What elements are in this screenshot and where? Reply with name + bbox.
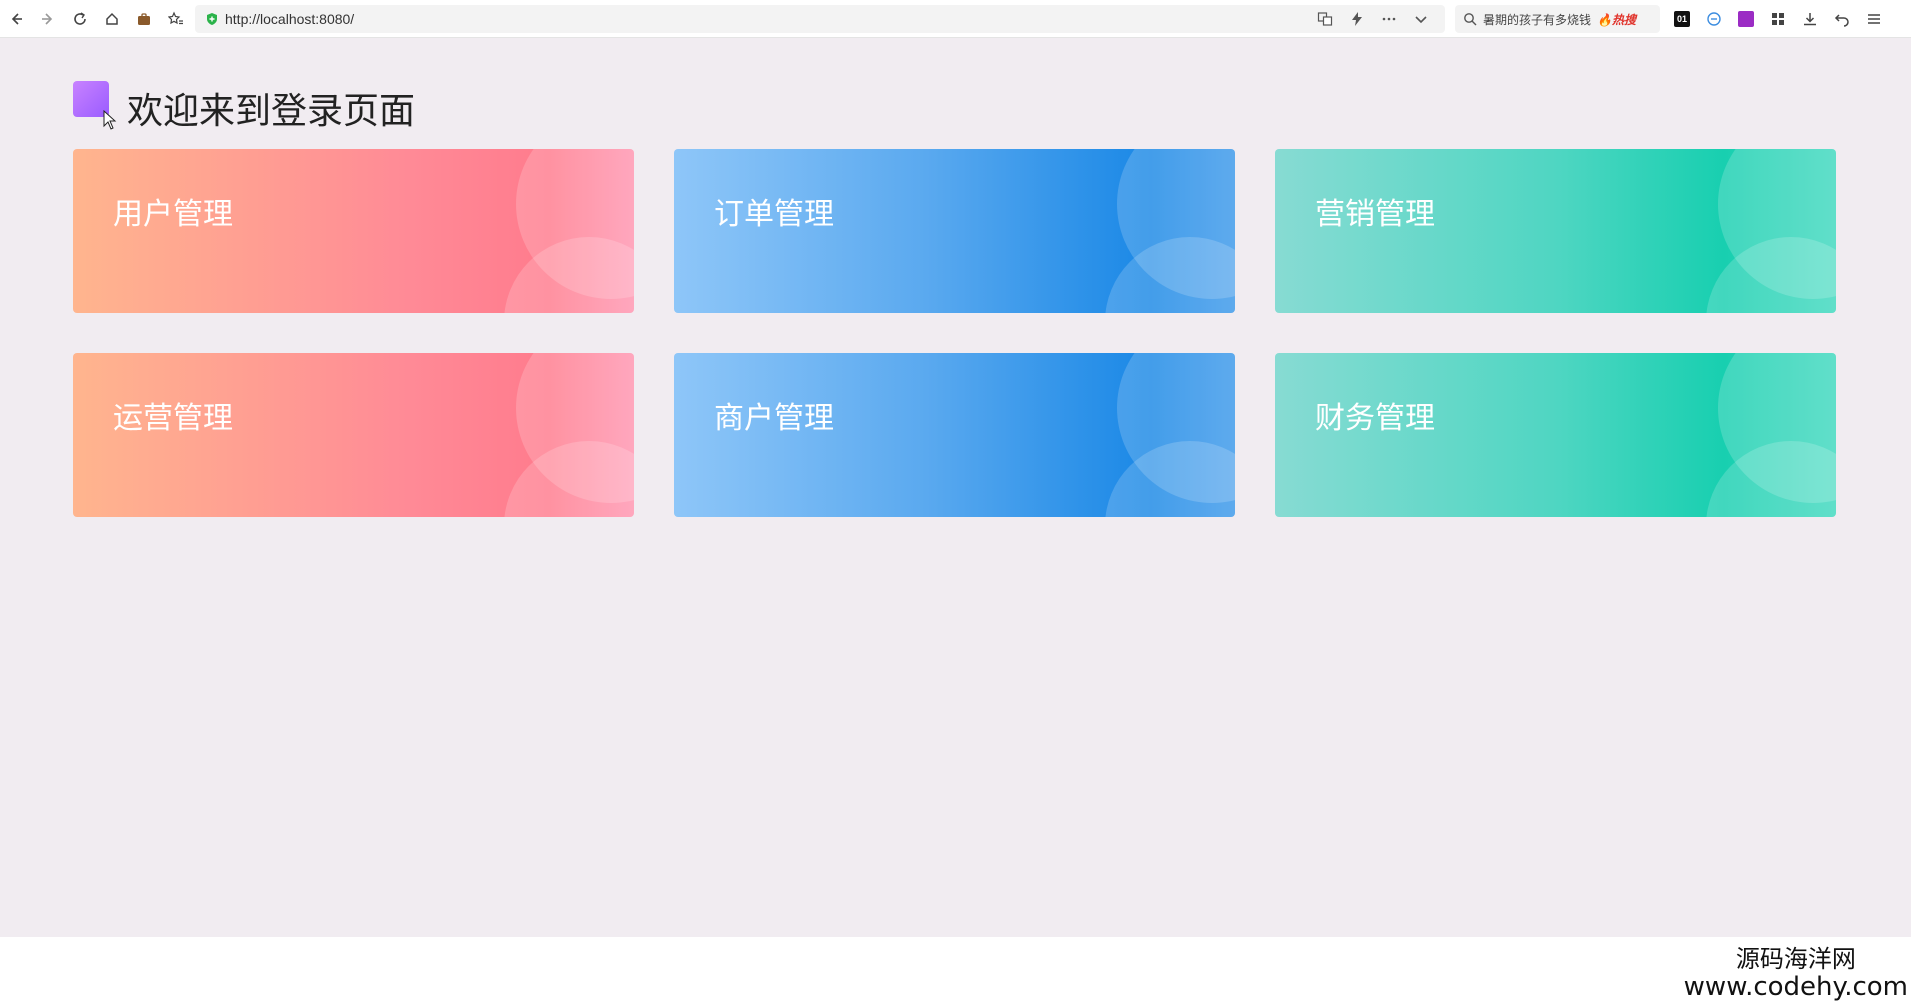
chevron-down-icon (1415, 16, 1427, 24)
card-decoration (1706, 237, 1836, 313)
undo-button[interactable] (1826, 0, 1858, 38)
extension-01-button[interactable]: 01 (1666, 0, 1698, 38)
dropdown-button[interactable] (1407, 5, 1435, 33)
extension-01-icon: 01 (1674, 11, 1690, 27)
card-label: 运营管理 (113, 401, 233, 436)
card-merchant-management[interactable]: 商户管理 (674, 353, 1235, 517)
card-grid: 用户管理 订单管理 营销管理 运营管理 商户管理 财务管理 (73, 149, 1836, 517)
url-text: http://localhost:8080/ (225, 11, 355, 27)
grid-icon (1772, 13, 1784, 25)
hot-search-label: 热搜 (1611, 12, 1636, 27)
address-bar-actions (1311, 5, 1435, 33)
home-icon (106, 12, 118, 25)
card-operations-management[interactable]: 运营管理 (73, 353, 634, 517)
mouse-cursor-icon (103, 110, 117, 130)
download-button[interactable] (1794, 0, 1826, 38)
speed-mode-button[interactable] (1343, 5, 1371, 33)
address-bar[interactable]: http://localhost:8080/ (195, 5, 1445, 33)
translate-icon (1317, 12, 1333, 26)
card-decoration (504, 441, 634, 517)
card-user-management[interactable]: 用户管理 (73, 149, 634, 313)
card-label: 订单管理 (714, 197, 834, 232)
card-decoration (504, 237, 634, 313)
download-icon (1804, 13, 1816, 26)
shield-icon (207, 13, 217, 25)
card-marketing-management[interactable]: 营销管理 (1275, 149, 1836, 313)
search-text: 暑期的孩子有多烧钱 (1483, 12, 1592, 27)
card-label: 营销管理 (1315, 197, 1435, 232)
browser-toolbar: http://localhost:8080/ 暑期的孩子有多烧钱 🔥热搜 01 (0, 0, 1911, 38)
circle-minus-icon (1707, 12, 1721, 26)
hot-search-badge: 🔥热搜 (1597, 12, 1636, 27)
arrow-left-icon (11, 12, 22, 25)
reload-icon (74, 11, 86, 25)
extensions-area: 01 (1666, 0, 1890, 38)
extension-01-label: 01 (1676, 14, 1687, 24)
translate-button[interactable] (1311, 5, 1339, 33)
search-icon (1464, 13, 1477, 26)
toolbox-button[interactable] (128, 0, 160, 38)
lightning-icon (1352, 12, 1362, 26)
page-content: 欢迎来到登录页面 用户管理 订单管理 营销管理 运营管理 商户管理 财务管理 (0, 38, 1911, 937)
card-order-management[interactable]: 订单管理 (674, 149, 1235, 313)
card-decoration (1105, 237, 1235, 313)
back-button[interactable] (0, 0, 32, 38)
briefcase-icon (138, 12, 150, 25)
card-decoration (1105, 441, 1235, 517)
watermark-title: 源码海洋网 (1735, 945, 1856, 973)
card-finance-management[interactable]: 财务管理 (1275, 353, 1836, 517)
card-label: 用户管理 (113, 197, 233, 232)
favorites-button[interactable] (160, 0, 192, 38)
extension-purple-button[interactable] (1730, 0, 1762, 38)
undo-icon (1834, 14, 1849, 27)
purple-extension-icon (1738, 11, 1754, 27)
hamburger-menu-icon (1868, 14, 1880, 24)
apps-button[interactable] (1762, 0, 1794, 38)
search-input[interactable]: 暑期的孩子有多烧钱 🔥热搜 (1455, 5, 1660, 33)
watermark-url: www.codehy.com (1683, 972, 1908, 1002)
menu-button[interactable] (1858, 0, 1890, 38)
forward-button[interactable] (32, 0, 64, 38)
more-dots-icon (1382, 17, 1396, 21)
arrow-right-icon (42, 12, 53, 25)
card-decoration (1706, 441, 1836, 517)
reload-button[interactable] (64, 0, 96, 38)
more-button[interactable] (1375, 5, 1403, 33)
extension-circle-button[interactable] (1698, 0, 1730, 38)
page-title: 欢迎来到登录页面 (127, 91, 416, 132)
home-button[interactable] (96, 0, 128, 38)
card-label: 商户管理 (714, 401, 834, 436)
watermark: 源码海洋网 www.codehy.com (1684, 945, 1908, 1001)
star-list-icon (168, 10, 183, 24)
card-label: 财务管理 (1315, 401, 1435, 436)
